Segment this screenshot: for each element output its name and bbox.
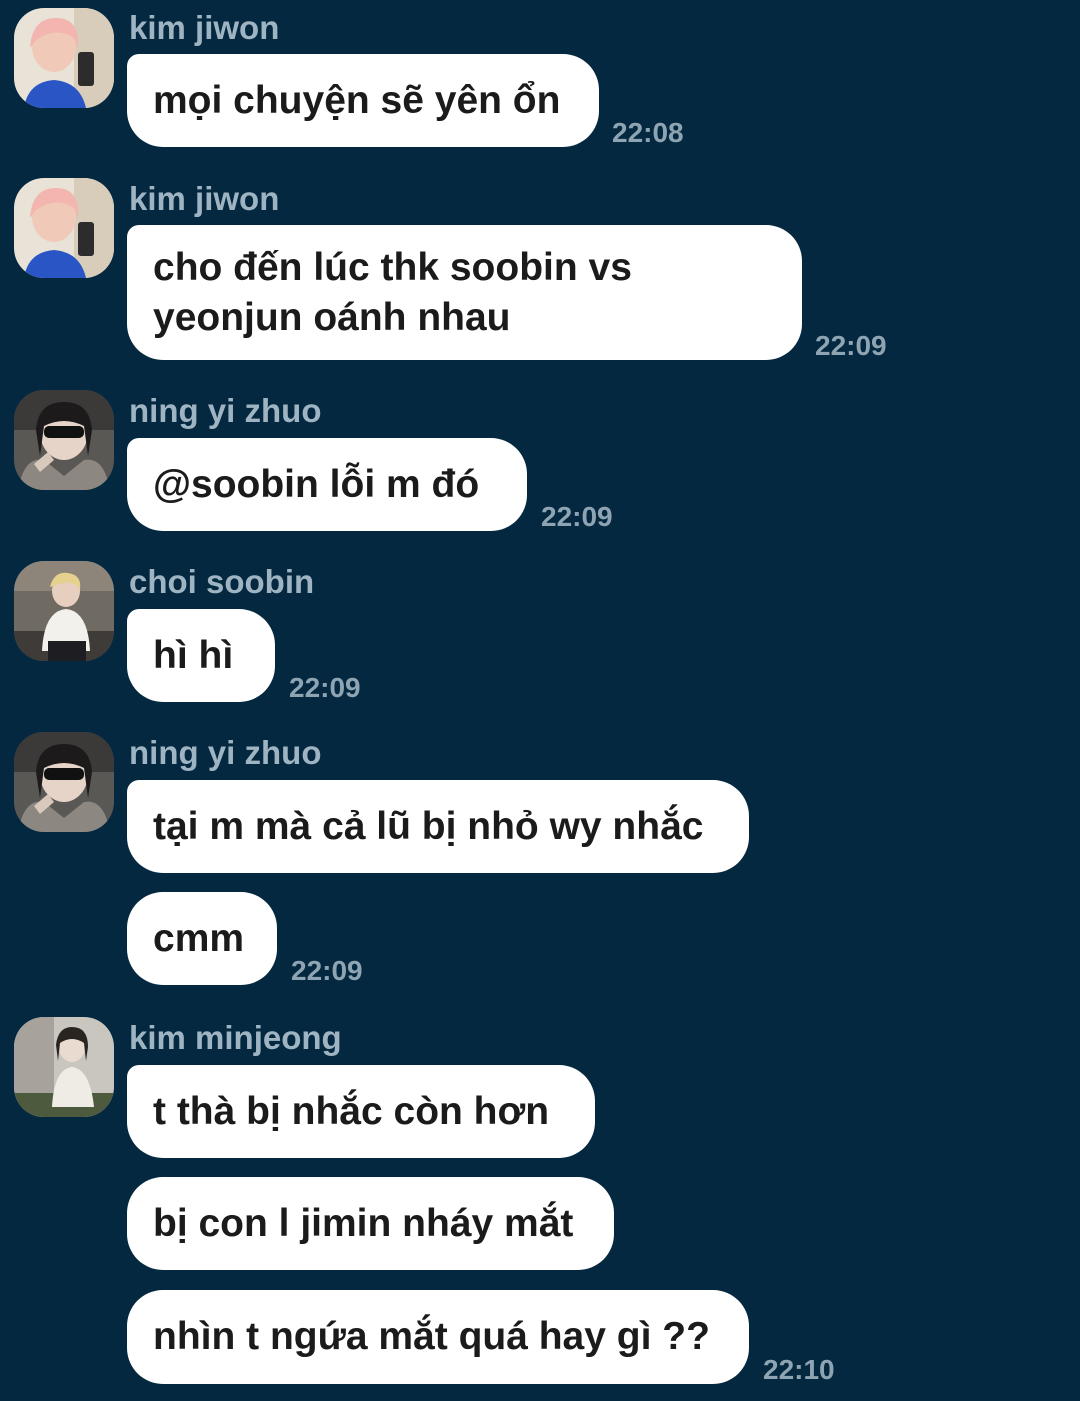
sender-name: kim jiwon xyxy=(129,180,280,217)
message-timestamp: 22:09 xyxy=(289,672,361,703)
avatar-choi-soobin[interactable] xyxy=(14,561,114,661)
sender-name: ning yi zhuo xyxy=(129,392,322,429)
avatar-kim-minjeong[interactable] xyxy=(14,1017,114,1117)
message-bubble[interactable]: mọi chuyện sẽ yên ổn xyxy=(127,54,599,147)
message-timestamp: 22:09 xyxy=(815,330,887,361)
avatar-ning-yi-zhuo[interactable] xyxy=(14,732,114,832)
message-timestamp: 22:09 xyxy=(541,501,613,532)
sender-name: choi soobin xyxy=(129,563,315,600)
message-text: @soobin lỗi m đó xyxy=(153,462,480,506)
avatar-kim-jiwon[interactable] xyxy=(14,8,114,108)
message-text: cmm xyxy=(153,916,245,960)
chat-message-list[interactable]: kim jiwon mọi chuyện sẽ yên ổn 22:08 kim… xyxy=(0,0,1080,1401)
message-bubble[interactable]: cho đến lúc thk soobin vs yeonjun oánh n… xyxy=(127,225,802,360)
message-bubble[interactable]: tại m mà cả lũ bị nhỏ wy nhắc xyxy=(127,780,749,873)
message-bubble[interactable]: cmm xyxy=(127,892,277,985)
message-text: mọi chuyện sẽ yên ổn xyxy=(153,78,561,122)
message-text: t thà bị nhắc còn hơn xyxy=(153,1089,550,1133)
avatar-photo xyxy=(14,732,114,832)
message-timestamp: 22:08 xyxy=(612,117,684,148)
avatar-photo xyxy=(14,390,114,490)
sender-name: kim jiwon xyxy=(129,9,280,46)
sender-name: kim minjeong xyxy=(129,1019,342,1056)
message-text: tại m mà cả lũ bị nhỏ wy nhắc xyxy=(153,804,704,848)
avatar-photo xyxy=(14,1017,114,1117)
message-text: bị con l jimin nháy mắt xyxy=(153,1201,574,1245)
message-text: nhìn t ngứa mắt quá hay gì ?? xyxy=(153,1315,710,1358)
avatar-kim-jiwon[interactable] xyxy=(14,178,114,278)
message-bubble[interactable]: bị con l jimin nháy mắt xyxy=(127,1177,614,1270)
message-timestamp: 22:09 xyxy=(291,955,363,986)
message-text: cho đến lúc thk soobin vs yeonjun oánh n… xyxy=(153,245,632,339)
avatar-ning-yi-zhuo[interactable] xyxy=(14,390,114,490)
message-bubble[interactable]: @soobin lỗi m đó xyxy=(127,438,527,531)
avatar-photo xyxy=(14,178,114,278)
message-text: hì hì xyxy=(153,633,234,677)
avatar-photo xyxy=(14,561,114,661)
sender-name: ning yi zhuo xyxy=(129,734,322,771)
message-bubble[interactable]: hì hì xyxy=(127,609,275,702)
message-bubble[interactable]: nhìn t ngứa mắt quá hay gì ?? xyxy=(127,1290,749,1384)
message-bubble[interactable]: t thà bị nhắc còn hơn xyxy=(127,1065,595,1158)
message-timestamp: 22:10 xyxy=(763,1354,835,1385)
avatar-photo xyxy=(14,8,114,108)
